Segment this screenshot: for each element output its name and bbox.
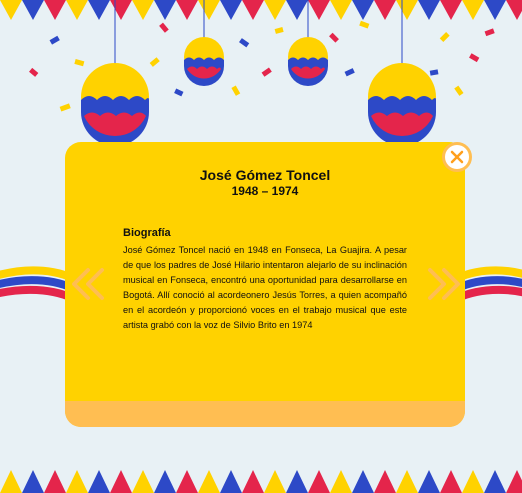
double-chevron-right-icon: [428, 268, 460, 300]
double-chevron-left-icon: [72, 268, 104, 300]
biography-card: José Gómez Toncel 1948 – 1974 Biografía …: [65, 142, 465, 427]
bottom-bunting: [0, 470, 522, 493]
person-name-title: José Gómez Toncel: [199, 167, 331, 183]
lantern-left-large: [81, 63, 149, 146]
lantern-mid-right: [288, 37, 328, 86]
section-heading-biography: Biografía: [123, 227, 171, 239]
life-years: 1948 – 1974: [231, 184, 299, 198]
close-button[interactable]: [442, 142, 472, 172]
lantern-right-large: [368, 63, 436, 146]
biography-text: José Gómez Toncel nació en 1948 en Fonse…: [123, 245, 407, 330]
previous-button[interactable]: [70, 266, 106, 302]
top-bunting: [0, 0, 522, 20]
lantern-mid-left: [184, 37, 224, 86]
next-button[interactable]: [426, 266, 462, 302]
close-x-circle-icon: [450, 150, 464, 164]
card-footer-band: [65, 401, 465, 427]
